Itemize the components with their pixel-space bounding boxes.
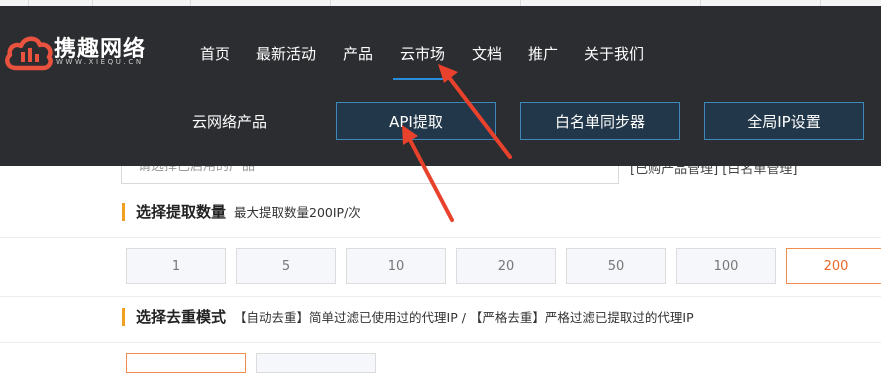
dedupe-option-strict[interactable] bbox=[256, 353, 376, 373]
quantity-option-50[interactable]: 50 bbox=[566, 248, 666, 284]
brand-domain: WWW.XIEQU.CN bbox=[56, 58, 144, 66]
dedupe-section-title: 选择去重模式 【自动去重】简单过滤已使用过的代理IP / 【严格去重】严格过滤已提… bbox=[122, 308, 694, 326]
dedupe-title: 选择去重模式 bbox=[136, 308, 227, 326]
quantity-section-title: 选择提取数量 最大提取数量200IP/次 bbox=[122, 203, 361, 221]
quantity-option-1[interactable]: 1 bbox=[126, 248, 226, 284]
cloud-logo-icon bbox=[5, 36, 53, 71]
quantity-option-100[interactable]: 100 bbox=[676, 248, 776, 284]
nav-item-cloud-market[interactable]: 云市场 bbox=[400, 43, 445, 64]
quantity-option-10[interactable]: 10 bbox=[346, 248, 446, 284]
submenu-label: 云网络产品 bbox=[192, 113, 268, 131]
whitelist-sync-button[interactable]: 白名单同步器 bbox=[520, 102, 680, 140]
quantity-option-5[interactable]: 5 bbox=[236, 248, 336, 284]
divider bbox=[0, 237, 881, 238]
quantity-hint: 最大提取数量200IP/次 bbox=[234, 205, 361, 220]
divider bbox=[0, 342, 881, 343]
nav-item-about-us[interactable]: 关于我们 bbox=[584, 43, 644, 64]
global-ip-settings-button[interactable]: 全局IP设置 bbox=[704, 102, 864, 140]
nav-dropdown-overlay: 携趣网络 WWW.XIEQU.CN 首页 最新活动 产品 云市场 文档 推广 关… bbox=[0, 6, 881, 166]
nav-item-home[interactable]: 首页 bbox=[200, 43, 230, 64]
nav-active-underline bbox=[393, 78, 449, 80]
quantity-option-200[interactable]: 200 bbox=[786, 248, 881, 284]
nav-item-docs[interactable]: 文档 bbox=[472, 43, 502, 64]
dedupe-option-auto[interactable] bbox=[126, 353, 246, 373]
divider bbox=[0, 296, 881, 297]
dedupe-hint: 【自动去重】简单过滤已使用过的代理IP / 【严格去重】严格过滤已提取过的代理I… bbox=[234, 310, 694, 325]
nav-item-products[interactable]: 产品 bbox=[343, 43, 373, 64]
api-extract-button[interactable]: API提取 bbox=[336, 102, 496, 140]
quantity-title: 选择提取数量 bbox=[136, 203, 227, 221]
nav-item-latest-events[interactable]: 最新活动 bbox=[256, 43, 316, 64]
nav-item-promotion[interactable]: 推广 bbox=[528, 43, 558, 64]
quantity-option-20[interactable]: 20 bbox=[456, 248, 556, 284]
